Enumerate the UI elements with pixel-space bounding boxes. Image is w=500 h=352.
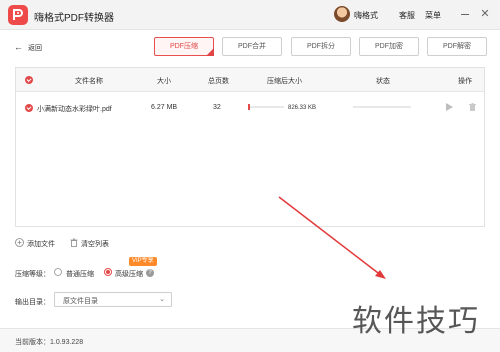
watermark: 软件技巧 — [352, 304, 480, 339]
